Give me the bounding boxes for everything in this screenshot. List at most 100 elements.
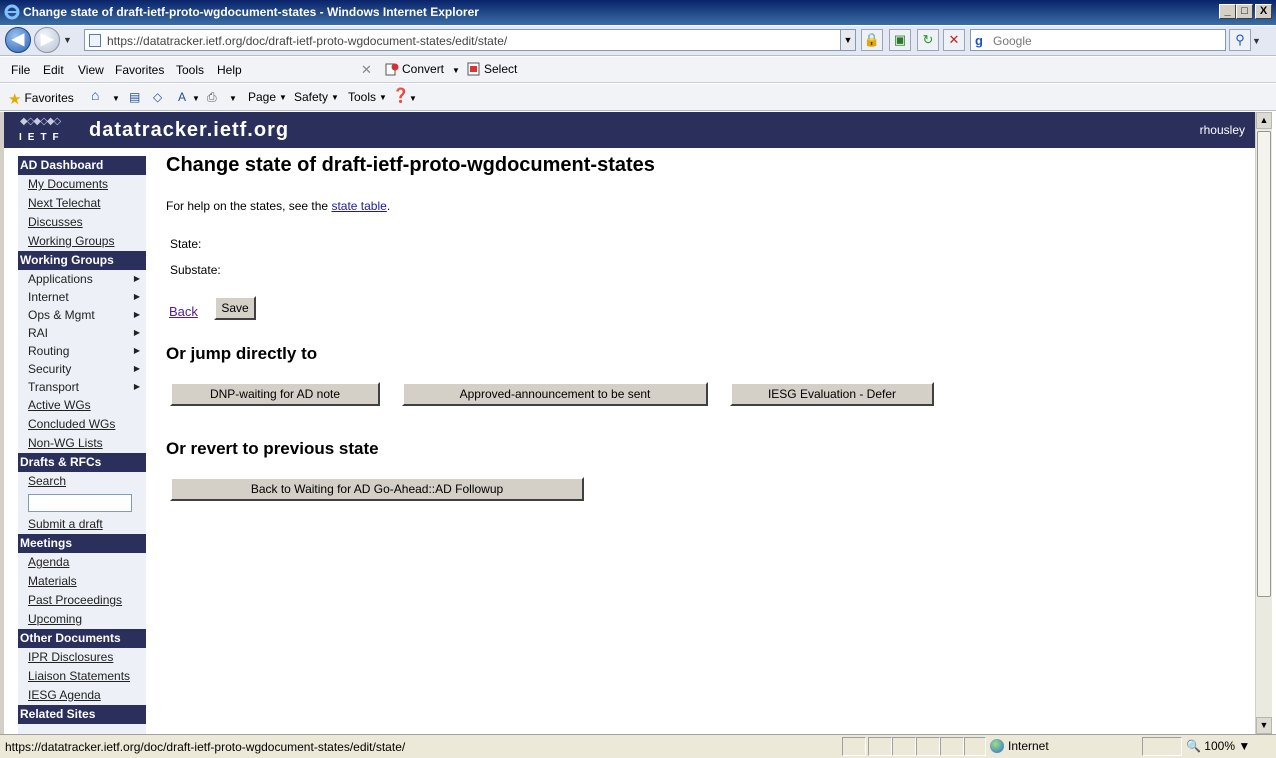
search-options-dropdown-icon[interactable]: ▼ bbox=[1252, 36, 1261, 46]
home-dropdown-icon[interactable]: ▼ bbox=[112, 94, 120, 103]
sidebar-item-liaison-statements[interactable]: Liaison Statements bbox=[18, 667, 146, 686]
convert-label: Convert bbox=[402, 62, 445, 76]
sidebar-item-agenda[interactable]: Agenda bbox=[18, 553, 146, 572]
page-menu-button[interactable]: Page ▼ bbox=[248, 90, 287, 104]
sidebar-heading-meetings: Meetings bbox=[18, 534, 146, 553]
zone-label: Internet bbox=[1008, 739, 1049, 753]
menu-tools[interactable]: Tools bbox=[176, 63, 204, 77]
logo-text: IETF bbox=[19, 132, 65, 143]
sidebar-item-submit-draft[interactable]: Submit a draft bbox=[18, 515, 146, 534]
tools-menu-button[interactable]: Tools ▼ bbox=[348, 90, 387, 104]
forward-arrow-icon[interactable]: ▶ bbox=[34, 27, 60, 53]
status-cell bbox=[916, 737, 940, 756]
submenu-arrow-icon: ▶ bbox=[133, 328, 140, 337]
sidebar: AD Dashboard My Documents Next Telechat … bbox=[18, 156, 146, 734]
close-toolbar-icon[interactable]: ✕ bbox=[361, 62, 372, 78]
sidebar-area-security[interactable]: Security ▶ bbox=[18, 360, 146, 378]
zoom-level[interactable]: 🔍 100% ▼ bbox=[1186, 739, 1250, 753]
scroll-down-icon[interactable]: ▼ bbox=[1256, 717, 1272, 734]
window-titlebar: Change state of draft-ietf-proto-wgdocum… bbox=[0, 0, 1276, 26]
sidebar-item-past-proceedings[interactable]: Past Proceedings bbox=[18, 591, 146, 610]
menu-file[interactable]: File bbox=[11, 63, 30, 77]
sidebar-area-internet[interactable]: Internet ▶ bbox=[18, 288, 146, 306]
sidebar-item-working-groups[interactable]: Working Groups bbox=[18, 232, 146, 251]
ietf-logo[interactable]: ◆◇◆◇◆◇ IETF bbox=[18, 116, 74, 144]
printer-dropdown-icon[interactable]: ▼ bbox=[229, 94, 237, 103]
state-table-link[interactable]: state table bbox=[331, 199, 386, 213]
help-icon[interactable]: ❓ bbox=[392, 87, 409, 104]
safety-menu-button[interactable]: Safety ▼ bbox=[294, 90, 339, 104]
search-icon[interactable]: ⚲ bbox=[1229, 29, 1251, 51]
user-name[interactable]: rhousley bbox=[1200, 123, 1245, 137]
sidebar-area-applications[interactable]: Applications ▶ bbox=[18, 270, 146, 288]
sidebar-item-non-wg-lists[interactable]: Non-WG Lists bbox=[18, 434, 146, 453]
sidebar-item-active-wgs[interactable]: Active WGs bbox=[18, 396, 146, 415]
sidebar-area-label: Ops & Mgmt bbox=[28, 308, 95, 322]
menu-help[interactable]: Help bbox=[217, 63, 242, 77]
sidebar-item-my-documents[interactable]: My Documents bbox=[18, 175, 146, 194]
refresh-icon[interactable]: ↻ bbox=[917, 29, 939, 51]
save-button[interactable]: Save bbox=[214, 296, 256, 320]
protected-mode-icon[interactable] bbox=[1142, 737, 1182, 756]
sidebar-item-next-telechat[interactable]: Next Telechat bbox=[18, 194, 146, 213]
back-arrow-icon[interactable]: ◀ bbox=[5, 27, 31, 53]
scroll-up-icon[interactable]: ▲ bbox=[1256, 112, 1272, 129]
revert-state-button[interactable]: Back to Waiting for AD Go-Ahead::AD Foll… bbox=[170, 477, 584, 501]
sidebar-item-upcoming[interactable]: Upcoming bbox=[18, 610, 146, 629]
sidebar-area-rai[interactable]: RAI ▶ bbox=[18, 324, 146, 342]
menu-edit[interactable]: Edit bbox=[43, 63, 64, 77]
menu-view[interactable]: View bbox=[78, 63, 104, 77]
security-zone[interactable]: Internet bbox=[990, 739, 1049, 753]
feeds-icon[interactable]: ▤ bbox=[129, 90, 140, 104]
zoom-icon: 🔍 bbox=[1186, 739, 1201, 753]
address-url[interactable]: https://datatracker.ietf.org/doc/draft-i… bbox=[107, 34, 507, 48]
ie-logo-icon bbox=[4, 4, 20, 20]
site-name[interactable]: datatracker.ietf.org bbox=[89, 119, 289, 142]
sidebar-item-search[interactable]: Search bbox=[18, 472, 146, 491]
help-text: For help on the states, see the state ta… bbox=[166, 199, 390, 213]
compatibility-view-icon[interactable]: ▣ bbox=[889, 29, 911, 51]
vertical-scrollbar[interactable]: ▲ ▼ bbox=[1255, 112, 1272, 734]
convert-dropdown-icon[interactable]: ▼ bbox=[452, 66, 460, 75]
minimize-button[interactable]: _ bbox=[1219, 4, 1236, 19]
sidebar-area-routing[interactable]: Routing ▶ bbox=[18, 342, 146, 360]
jump-dnp-waiting-button[interactable]: DNP-waiting for AD note bbox=[170, 382, 380, 406]
sidebar-heading-ad-dashboard: AD Dashboard bbox=[18, 156, 146, 175]
jump-approved-announcement-button[interactable]: Approved-announcement to be sent bbox=[402, 382, 708, 406]
sidebar-area-ops-mgmt[interactable]: Ops & Mgmt ▶ bbox=[18, 306, 146, 324]
help-dropdown-icon[interactable]: ▼ bbox=[409, 94, 417, 103]
jump-iesg-evaluation-defer-button[interactable]: IESG Evaluation - Defer bbox=[730, 382, 934, 406]
sidebar-heading-other-documents: Other Documents bbox=[18, 629, 146, 648]
home-icon[interactable]: ⌂ bbox=[91, 87, 99, 103]
address-input[interactable]: https://datatracker.ietf.org/doc/draft-i… bbox=[84, 29, 856, 51]
sidebar-item-concluded-wgs[interactable]: Concluded WGs bbox=[18, 415, 146, 434]
submenu-arrow-icon: ▶ bbox=[133, 292, 140, 301]
close-button[interactable]: X bbox=[1255, 4, 1272, 19]
print-dropdown-icon[interactable]: ▼ bbox=[192, 94, 200, 103]
search-input[interactable]: g Google bbox=[970, 29, 1226, 51]
page-menu-label: Page bbox=[248, 90, 277, 104]
menu-favorites[interactable]: Favorites bbox=[115, 63, 164, 77]
submenu-arrow-icon: ▶ bbox=[133, 382, 140, 391]
maximize-button[interactable]: □ bbox=[1236, 4, 1253, 19]
lock-icon[interactable]: 🔒 bbox=[861, 29, 883, 51]
submenu-arrow-icon: ▶ bbox=[133, 364, 140, 373]
address-dropdown-icon[interactable]: ▼ bbox=[840, 30, 855, 50]
convert-button[interactable]: Convert bbox=[385, 62, 444, 76]
sidebar-item-discusses[interactable]: Discusses bbox=[18, 213, 146, 232]
print-icon[interactable]: A bbox=[178, 90, 186, 104]
recent-pages-dropdown-icon[interactable]: ▼ bbox=[63, 35, 72, 45]
page-menu-caret-icon: ▼ bbox=[279, 93, 287, 102]
favorites-button[interactable]: ★ Favorites bbox=[8, 90, 74, 108]
printer-icon[interactable]: ⎙ bbox=[207, 90, 217, 105]
back-link[interactable]: Back bbox=[169, 304, 198, 319]
sidebar-item-iesg-agenda[interactable]: IESG Agenda bbox=[18, 686, 146, 705]
read-mail-icon[interactable]: ◇ bbox=[153, 90, 162, 104]
select-button[interactable]: Select bbox=[467, 62, 517, 76]
sidebar-area-transport[interactable]: Transport ▶ bbox=[18, 378, 146, 396]
sidebar-item-ipr-disclosures[interactable]: IPR Disclosures bbox=[18, 648, 146, 667]
draft-search-input[interactable] bbox=[28, 494, 132, 512]
sidebar-item-materials[interactable]: Materials bbox=[18, 572, 146, 591]
stop-icon[interactable]: ✕ bbox=[943, 29, 965, 51]
scrollbar-thumb[interactable] bbox=[1257, 131, 1271, 597]
